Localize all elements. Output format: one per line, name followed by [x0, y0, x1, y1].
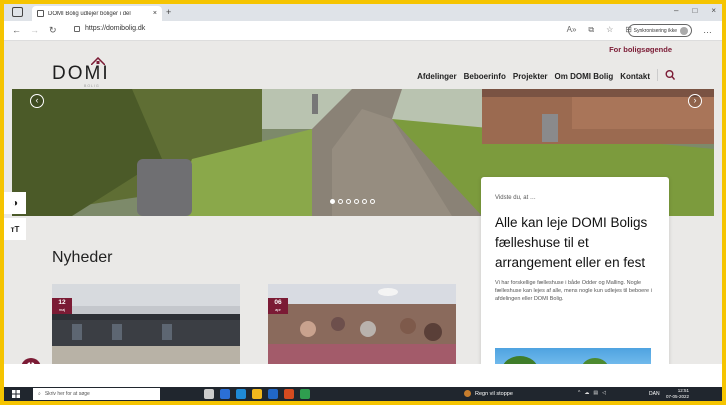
mail-icon[interactable]	[268, 389, 278, 399]
clock-date: 07-05-2022	[666, 394, 690, 399]
sync-button[interactable]: Synkronisering ikke	[627, 24, 692, 37]
close-window-button[interactable]: ×	[711, 6, 716, 15]
taskbar: ⌕ Skriv her for at søge Regn vil stoppe …	[4, 387, 722, 401]
nav-item-beboerinfo[interactable]: Beboerinfo	[464, 72, 506, 81]
news-date-badge: 06 apr	[268, 298, 288, 314]
tab-actions-icon[interactable]	[12, 7, 23, 17]
slider-dot[interactable]	[330, 199, 335, 204]
news-card[interactable]: 06 apr	[268, 284, 456, 364]
main-nav: Afdelinger Beboerinfo Projekter Om DOMI …	[417, 72, 650, 81]
news-month: maj	[58, 307, 66, 312]
slider-dot[interactable]	[338, 199, 343, 204]
browser-tab[interactable]: DOMI Bolig udlejer boliger i del ×	[32, 6, 162, 21]
new-tab-button[interactable]: +	[166, 7, 171, 17]
favicon-icon	[37, 10, 44, 17]
nav-item-afdelinger[interactable]: Afdelinger	[417, 72, 457, 81]
news-image	[52, 284, 240, 364]
onedrive-icon[interactable]: ☁	[584, 390, 589, 396]
taskbar-search-placeholder: Skriv her for at søge	[44, 391, 90, 397]
language-indicator[interactable]: DAN	[649, 391, 660, 397]
news-heading: Nyheder	[52, 249, 113, 266]
chevron-up-icon[interactable]: ^	[578, 390, 580, 396]
text-size-icon: тT	[10, 224, 20, 234]
logo-subtitle: BOLIG	[84, 84, 100, 88]
card-body: Vi har forskellige fælleshuse i både Odd…	[495, 280, 652, 302]
windows-start-icon[interactable]	[12, 390, 20, 398]
taskbar-clock[interactable]: 12:51 07-05-2022	[666, 388, 689, 400]
back-icon[interactable]: ←	[12, 25, 21, 35]
window-controls: – □ ×	[674, 6, 716, 15]
edge-icon[interactable]	[236, 389, 246, 399]
refresh-icon[interactable]: ↻	[49, 25, 57, 36]
address-bar-icons: A» ⧉ ☆ ⊞	[567, 25, 632, 35]
card-image	[495, 348, 651, 364]
url-text: https://domibolig.dk	[85, 25, 146, 32]
nav-item-projekter[interactable]: Projekter	[513, 72, 548, 81]
profile-avatar	[680, 26, 688, 35]
browser-window: DOMI Bolig udlejer boliger i del × + – □…	[4, 4, 722, 401]
card-kicker: Vidste du, at …	[495, 195, 536, 201]
weather-text: Regn vil stoppe	[475, 390, 513, 397]
home-seekers-link[interactable]: For boligsøgende	[609, 45, 672, 54]
slider-dot[interactable]	[370, 199, 375, 204]
url-field[interactable]: https://domibolig.dk	[74, 25, 145, 32]
chat-help-icon[interactable]	[20, 357, 42, 364]
site-logo[interactable]: DOMI	[52, 63, 110, 85]
slider-dot[interactable]	[362, 199, 367, 204]
forward-icon[interactable]: →	[30, 25, 39, 35]
nav-divider	[657, 69, 658, 81]
weather-widget[interactable]: Regn vil stoppe	[464, 390, 513, 397]
tab-bar: DOMI Bolig udlejer boliger i del × + – □…	[4, 4, 722, 21]
slider-prev-button[interactable]: ‹	[30, 94, 44, 108]
news-card[interactable]: 12 maj	[52, 284, 240, 364]
nav-item-kontakt[interactable]: Kontakt	[620, 72, 650, 81]
sync-label: Synkronisering ikke	[633, 27, 677, 34]
lock-icon	[74, 25, 80, 32]
contrast-icon: ◑	[11, 197, 19, 209]
taskbar-search-input[interactable]: ⌕ Skriv her for at søge	[33, 388, 160, 400]
file-explorer-icon[interactable]	[252, 389, 262, 399]
volume-icon[interactable]: ◁	[602, 390, 606, 396]
taskbar-apps	[204, 389, 310, 399]
address-bar: ← → ↻ https://domibolig.dk A» ⧉ ☆ ⊞ Synk…	[4, 21, 722, 41]
minimize-button[interactable]: –	[674, 6, 678, 15]
excel-icon[interactable]	[300, 389, 310, 399]
slider-next-button[interactable]: ›	[688, 94, 702, 108]
search-icon[interactable]	[665, 69, 675, 81]
news-image	[268, 284, 456, 364]
browser-menu-icon[interactable]: …	[703, 25, 712, 35]
close-tab-icon[interactable]: ×	[153, 10, 157, 17]
maximize-button[interactable]: □	[692, 6, 697, 15]
contrast-toggle-button[interactable]: ◑	[4, 192, 26, 214]
tab-title: DOMI Bolig udlejer boliger i del	[48, 10, 131, 17]
card-headline[interactable]: Alle kan leje DOMI Boligs fælleshuse til…	[495, 213, 655, 273]
news-date-badge: 12 maj	[52, 298, 72, 314]
store-icon[interactable]	[220, 389, 230, 399]
news-day: 12	[58, 299, 66, 306]
task-view-icon[interactable]	[204, 389, 214, 399]
website-viewport: For boligsøgende DOMI BOLIG Afdelinger B…	[4, 41, 722, 364]
slider-dots	[330, 199, 375, 204]
site-header: For boligsøgende DOMI BOLIG Afdelinger B…	[4, 41, 722, 89]
nav-item-om-domi-bolig[interactable]: Om DOMI Bolig	[555, 72, 614, 81]
search-icon: ⌕	[38, 391, 41, 397]
news-month: apr	[275, 307, 281, 312]
system-tray: ^ ☁ ▤ ◁	[578, 390, 606, 396]
favorites-icon[interactable]: ☆	[606, 25, 613, 35]
info-card: Vidste du, at … Alle kan leje DOMI Bolig…	[481, 177, 669, 364]
network-icon[interactable]: ▤	[593, 390, 598, 396]
slider-dot[interactable]	[354, 199, 359, 204]
office-icon[interactable]	[284, 389, 294, 399]
read-aloud-icon[interactable]: A»	[567, 25, 577, 35]
text-size-button[interactable]: тT	[4, 218, 26, 240]
extensions-icon[interactable]: ⧉	[588, 25, 594, 35]
news-day: 06	[274, 299, 282, 306]
slider-dot[interactable]	[346, 199, 351, 204]
weather-icon	[464, 390, 471, 397]
